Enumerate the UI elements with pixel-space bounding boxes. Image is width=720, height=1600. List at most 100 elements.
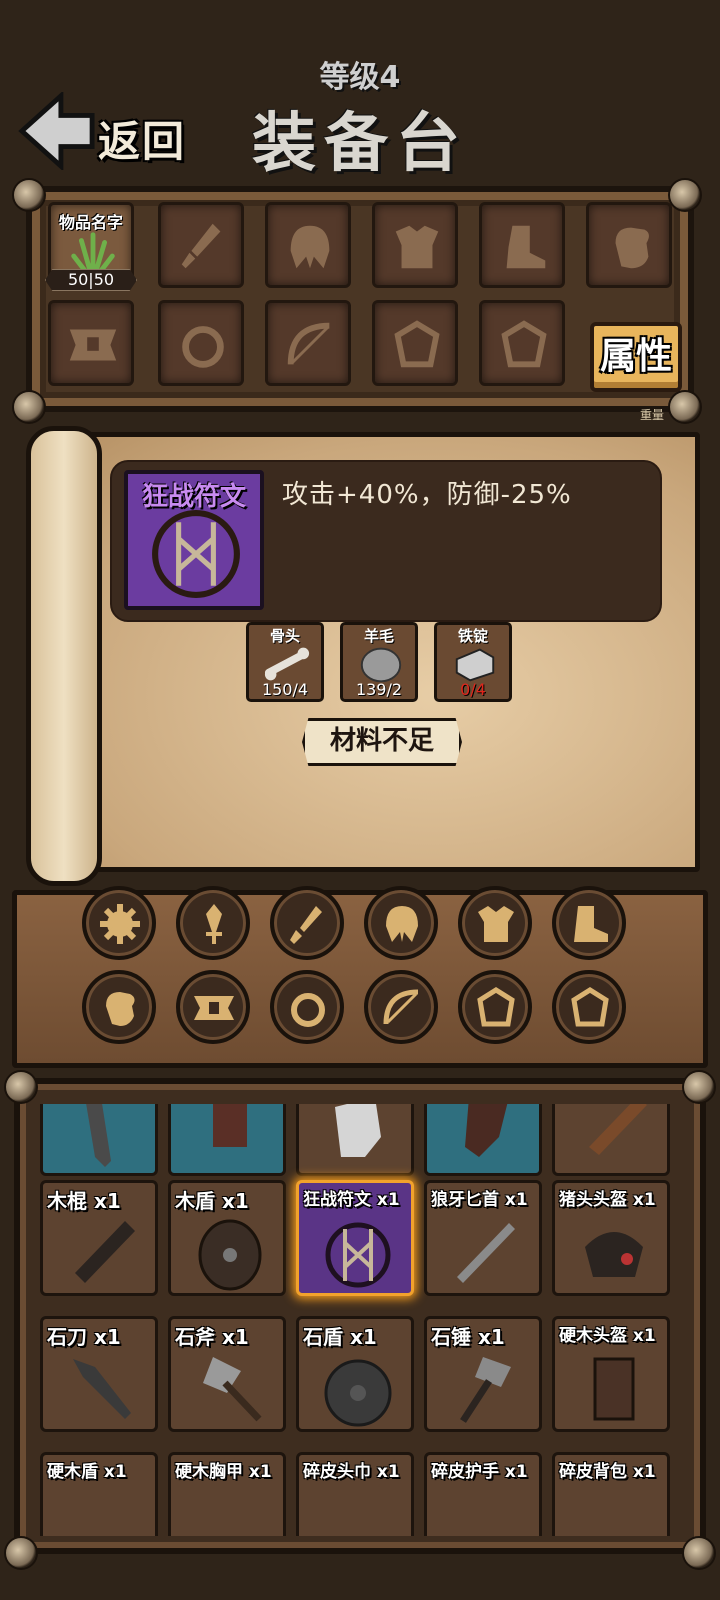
category-boots[interactable]	[552, 886, 626, 960]
inventory-item[interactable]	[424, 1104, 542, 1176]
inventory-item-name: 木盾 x1	[175, 1189, 249, 1213]
category-helmet[interactable]	[364, 886, 438, 960]
inventory-item-selected[interactable]: 狂战符文 x1	[296, 1180, 414, 1296]
club-icon	[589, 1104, 647, 1155]
rope-knot	[4, 1536, 38, 1570]
inventory-item[interactable]	[40, 1104, 158, 1176]
sword-icon	[181, 223, 221, 269]
equip-slot-weapon[interactable]	[158, 202, 244, 288]
ring-icon	[182, 326, 224, 368]
category-ring[interactable]	[270, 970, 344, 1044]
craft-button[interactable]: 材料不足	[302, 718, 462, 766]
rune-icon	[501, 320, 547, 368]
inventory-item-name: 石锤 x1	[431, 1325, 505, 1349]
inventory-item[interactable]: 石斧 x1	[168, 1316, 286, 1432]
inventory-item[interactable]: 木盾 x1	[168, 1180, 286, 1296]
equip-slot-belt[interactable]	[48, 300, 134, 386]
attributes-button[interactable]: 属性	[590, 322, 682, 392]
equip-slot-rune-1[interactable]	[372, 300, 458, 386]
inventory-item-name: 石盾 x1	[303, 1325, 377, 1349]
category-belt[interactable]	[176, 970, 250, 1044]
wool-icon	[360, 647, 402, 683]
inventory-item[interactable]: 猪头头盔 x1	[552, 1180, 670, 1296]
inventory-item[interactable]	[168, 1104, 286, 1176]
material-slot-bone: 骨头 150/4	[246, 622, 324, 702]
inventory-item[interactable]: 碎皮护手 x1	[424, 1452, 542, 1536]
helmet-icon	[386, 906, 418, 942]
gauntlet-icon	[465, 1104, 508, 1157]
inventory-scroll-area[interactable]: 木棍 x1 木盾 x1 狂战符文 x1 狼牙匕首 x1 猪头头盔 x1 石刀 x…	[40, 1104, 680, 1536]
leg-armor-icon	[86, 1104, 111, 1167]
category-dagger[interactable]	[176, 886, 250, 960]
equip-slot-rune-2[interactable]	[479, 300, 565, 386]
equip-slot-boots[interactable]	[479, 202, 565, 288]
equip-slot-selected[interactable]: 物品名字 50|50	[45, 202, 137, 291]
inventory-item-name: 狼牙匕首 x1	[431, 1190, 528, 1210]
page-title: 装备台	[252, 107, 468, 181]
inventory-item[interactable]: 碎皮头巾 x1	[296, 1452, 414, 1536]
inventory-item-name: 硬木头盔 x1	[559, 1326, 656, 1346]
inventory-item[interactable]: 石盾 x1	[296, 1316, 414, 1432]
rune-icon	[325, 1222, 391, 1288]
helmet-icon	[290, 225, 330, 269]
boar-helmet-icon	[585, 1232, 643, 1277]
inventory-item[interactable]: 碎皮背包 x1	[552, 1452, 670, 1536]
rope-knot	[682, 1070, 716, 1104]
bow-icon	[287, 322, 330, 365]
helmet-icon	[593, 1357, 635, 1421]
inventory-item[interactable]	[552, 1104, 670, 1176]
rope-knot	[12, 390, 46, 424]
category-all[interactable]	[82, 886, 156, 960]
inventory-item[interactable]: 狼牙匕首 x1	[424, 1180, 542, 1296]
scroll-roll	[26, 426, 102, 886]
glove-icon	[335, 1104, 381, 1157]
equip-slot-helmet[interactable]	[265, 202, 351, 288]
material-count: 150/4	[261, 680, 309, 699]
equip-slot-gloves[interactable]	[586, 202, 672, 288]
equip-slot-bow[interactable]	[265, 300, 351, 386]
selected-item-count: 50|50	[45, 269, 137, 291]
inventory-item[interactable]: 石刀 x1	[40, 1316, 158, 1432]
knife-icon	[73, 1359, 131, 1419]
round-shield-icon	[324, 1359, 392, 1427]
armor-icon	[478, 906, 514, 942]
inventory-item[interactable]: 石锤 x1	[424, 1316, 542, 1432]
rune-icon	[477, 987, 515, 1027]
boots-icon	[506, 225, 546, 269]
inventory-item[interactable]	[296, 1104, 414, 1176]
ring-icon	[291, 993, 325, 1027]
rope-knot	[668, 178, 702, 212]
rope-knot	[4, 1070, 38, 1104]
equip-slot-ring[interactable]	[158, 300, 244, 386]
inventory-item[interactable]: 硬木盾 x1	[40, 1452, 158, 1536]
hammer-icon	[460, 1357, 511, 1423]
detail-item-card: 狂战符文	[124, 470, 264, 610]
category-rune-1[interactable]	[458, 970, 532, 1044]
category-armor[interactable]	[458, 886, 532, 960]
rope-knot	[12, 178, 46, 212]
inventory-item[interactable]: 木棍 x1	[40, 1180, 158, 1296]
category-rune-2[interactable]	[552, 970, 626, 1044]
rune-icon	[152, 510, 240, 598]
inventory-item-name: 硬木盾 x1	[47, 1462, 127, 1482]
dagger-icon	[206, 904, 222, 944]
category-bow[interactable]	[364, 970, 438, 1044]
inventory-item-name: 狂战符文 x1	[303, 1190, 400, 1210]
material-count: 0/4	[460, 680, 486, 699]
glove-icon	[615, 227, 649, 269]
item-effect-text: 攻击+40%，防御-25%	[282, 480, 572, 510]
category-gloves[interactable]	[82, 970, 156, 1044]
category-sword[interactable]	[270, 886, 344, 960]
inventory-item-name: 木棍 x1	[47, 1189, 121, 1213]
inventory-item[interactable]: 硬木头盔 x1	[552, 1316, 670, 1432]
equip-slot-armor[interactable]	[372, 202, 458, 288]
level-label: 等级4	[319, 60, 401, 95]
weight-label: 重量	[640, 408, 665, 422]
axe-icon	[203, 1357, 262, 1422]
club-icon	[75, 1221, 135, 1283]
inventory-item-name: 碎皮护手 x1	[431, 1462, 528, 1482]
rope-knot	[682, 1536, 716, 1570]
dagger-icon	[457, 1223, 515, 1283]
inventory-item[interactable]: 硬木胸甲 x1	[168, 1452, 286, 1536]
rope-knot	[668, 390, 702, 424]
